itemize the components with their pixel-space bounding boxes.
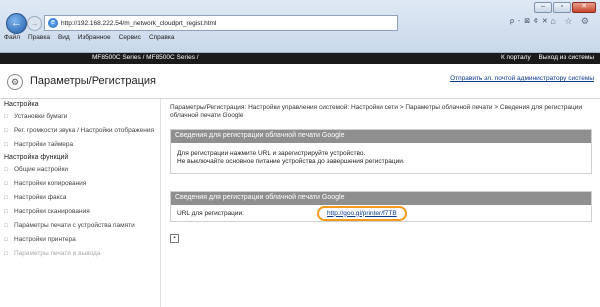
breadcrumb: Параметры/Регистрация: Настройки управле… (170, 104, 582, 119)
sidebar-item-paper[interactable]: Установки бумаги (0, 110, 160, 124)
browser-chrome: – ▫ ✕ ← → e http://192.168.222.54/m_netw… (0, 0, 600, 53)
address-tools[interactable]: ρ - ⊠ ¢ ✕ (510, 17, 549, 25)
minimize-button[interactable]: – (534, 2, 552, 13)
sidebar-item-fax[interactable]: Настройки факса (0, 191, 160, 205)
portal-link[interactable]: К порталу (501, 54, 531, 61)
menu-view[interactable]: Вид (58, 34, 70, 44)
menu-tools[interactable]: Сервис (119, 34, 141, 44)
menu-file[interactable]: Файл (4, 34, 20, 44)
registration-panel: Сведения для регистрации облачной печати… (170, 191, 592, 222)
sidebar-heading-functions: Настройка функций (4, 154, 69, 161)
page-title: Параметры/Регистрация (30, 75, 156, 87)
logout-link[interactable]: Выход из системы (539, 54, 594, 61)
home-favorites-tools[interactable]: ⌂ ☆ ⚙ (550, 16, 592, 27)
maximize-button[interactable]: ▫ (553, 2, 571, 13)
sidebar-item-memory-print[interactable]: Параметры печати с устройства памяти (0, 219, 160, 233)
sidebar-item-printer[interactable]: Настройки принтера (0, 233, 160, 247)
registration-url-link[interactable]: http://goo.gl/printer/f7TB (317, 205, 407, 221)
back-button[interactable]: ← (6, 13, 27, 34)
instructions-panel-header: Сведения для регистрации облачной печати… (171, 130, 591, 143)
settings-gear-icon: ⚙ (7, 74, 23, 90)
sidebar-item-general[interactable]: Общие настройки (0, 163, 160, 177)
registration-url-label: URL для регистрации: (177, 209, 244, 217)
address-url[interactable]: http://192.168.222.54/m_network_cloudprt… (61, 20, 216, 27)
sidebar-heading-settings: Настройка (4, 101, 39, 108)
menu-favorites[interactable]: Избранное (78, 34, 111, 44)
main-content: Параметры/Регистрация: Настройки управле… (165, 99, 595, 307)
topbar-links: К порталу Выход из системы (495, 54, 594, 61)
instruction-line-1: Для регистрации нажмите URL и зарегистри… (177, 150, 366, 157)
device-topbar: MF8500C Series / MF8500C Series / К порт… (0, 53, 600, 64)
sidebar-item-volume-display[interactable]: Рег. громкости звука / Настройки отображ… (0, 124, 160, 138)
sidebar-item-print-output[interactable]: Параметры печати и вывода (0, 247, 160, 261)
forward-button[interactable]: → (27, 16, 42, 31)
sidebar-item-timer[interactable]: Настройки таймера (0, 138, 160, 152)
close-window-button[interactable]: ✕ (572, 2, 596, 13)
menu-edit[interactable]: Правка (28, 34, 50, 44)
mail-admin-link[interactable]: Отправить эл. почтой администратору сист… (450, 75, 594, 82)
instructions-panel: Сведения для регистрации облачной печати… (170, 129, 592, 174)
registration-panel-header: Сведения для регистрации облачной печати… (171, 192, 591, 205)
page-header: ⚙ Параметры/Регистрация Отправить эл. по… (0, 64, 600, 99)
sidebar-item-scan[interactable]: Настройки сканирования (0, 205, 160, 219)
sidebar: Настройка Установки бумаги Рег. громкост… (0, 99, 161, 307)
device-model: MF8500C Series / MF8500C Series / (92, 54, 199, 61)
registration-url-row: URL для регистрации: http://goo.gl/print… (171, 205, 591, 221)
sidebar-item-copy[interactable]: Настройки копирования (0, 177, 160, 191)
expand-icon[interactable]: ▪ (170, 234, 179, 243)
menu-bar: Файл Правка Вид Избранное Сервис Справка (0, 34, 600, 44)
menu-help[interactable]: Справка (149, 34, 175, 44)
ie-page-icon: e (48, 18, 58, 28)
instruction-line-2: Не выключайте основное питание устройств… (177, 158, 405, 165)
window-controls: – ▫ ✕ (534, 2, 596, 13)
instructions-panel-body: Для регистрации нажмите URL и зарегистри… (171, 143, 591, 173)
address-bar[interactable]: e http://192.168.222.54/m_network_cloudp… (44, 15, 398, 31)
